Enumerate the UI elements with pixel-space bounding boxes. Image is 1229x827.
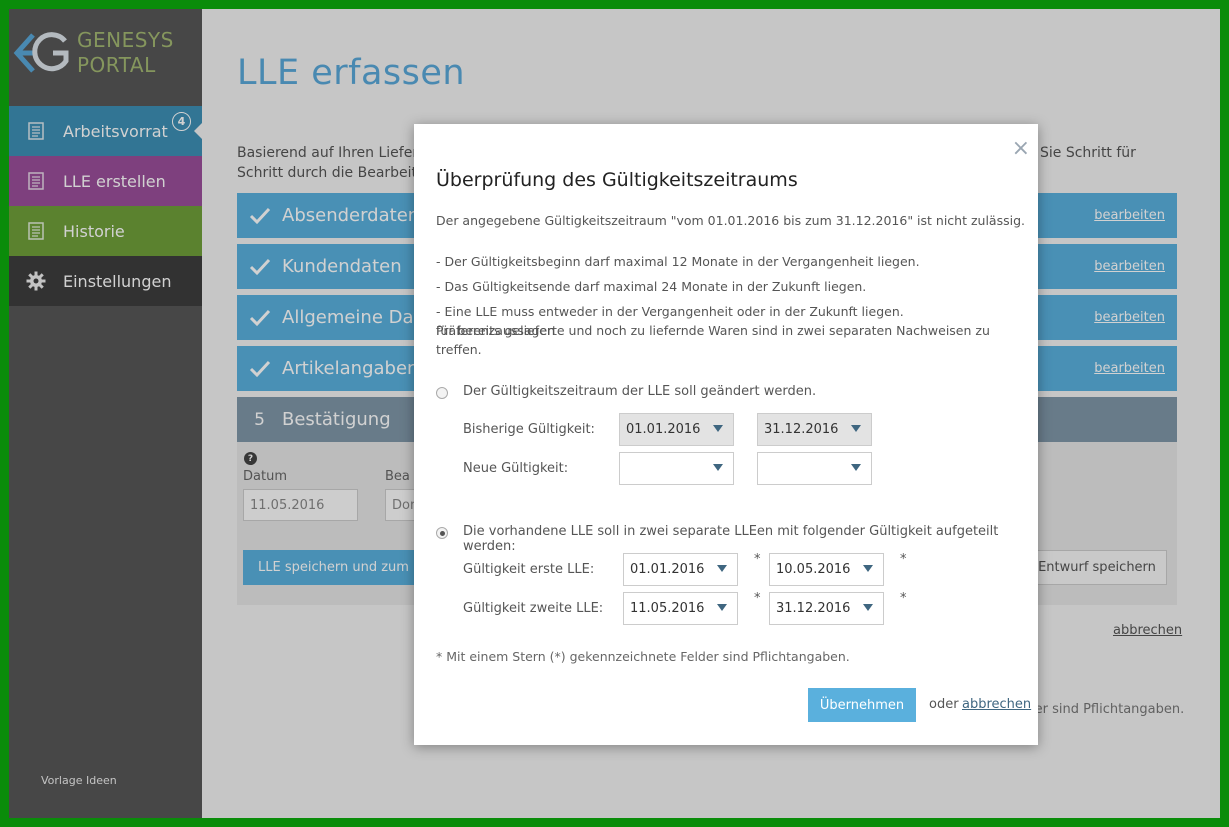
required-footnote: * Mit einem Stern (*) gekennzeichnete Fe… (436, 649, 850, 664)
select-value: 10.05.2016 (776, 562, 851, 577)
chevron-down-icon (717, 604, 727, 611)
second-to-select[interactable]: 31.12.2016 (769, 592, 884, 625)
required-star: * (754, 552, 761, 567)
second-lle-label: Gültigkeit zweite LLE: (463, 601, 604, 616)
radio-split-lle[interactable] (436, 527, 448, 539)
radio-change-validity[interactable] (436, 387, 448, 399)
select-value: 31.12.2016 (776, 601, 851, 616)
validity-dialog: × Überprüfung des Gültigkeitszeitraums D… (414, 124, 1038, 745)
rule-3b: für bereits gelieferte und noch zu liefe… (436, 323, 990, 357)
app-frame: GENESYS PORTAL Arbeitsvorrat 4 LLE erste… (9, 9, 1220, 818)
select-value: 31.12.2016 (764, 422, 839, 437)
chevron-down-icon (863, 604, 873, 611)
new-validity-label: Neue Gültigkeit: (463, 461, 569, 476)
chevron-down-icon (851, 464, 861, 471)
chevron-down-icon (863, 565, 873, 572)
new-from-select[interactable] (619, 452, 734, 485)
required-star: * (900, 591, 907, 606)
first-from-select[interactable]: 01.01.2016 (623, 553, 738, 586)
dialog-message: Der angegebene Gültigkeitszeitraum "vom … (436, 213, 1025, 228)
current-to-select[interactable]: 31.12.2016 (757, 413, 872, 446)
apply-button[interactable]: Übernehmen (808, 688, 916, 722)
rule-2: - Das Gültigkeitsende darf maximal 24 Mo… (436, 279, 867, 294)
chevron-down-icon (713, 464, 723, 471)
select-value: 01.01.2016 (630, 562, 705, 577)
dialog-cancel-link[interactable]: abbrechen (962, 697, 1031, 712)
select-value: 01.01.2016 (626, 422, 701, 437)
or-text: oder (929, 697, 959, 712)
current-validity-label: Bisherige Gültigkeit: (463, 422, 595, 437)
rule-1: - Der Gültigkeitsbeginn darf maximal 12 … (436, 254, 920, 269)
current-from-select[interactable]: 01.01.2016 (619, 413, 734, 446)
chevron-down-icon (713, 425, 723, 432)
new-to-select[interactable] (757, 452, 872, 485)
dialog-title: Überprüfung des Gültigkeitszeitraums (436, 169, 798, 191)
select-value: 11.05.2016 (630, 601, 705, 616)
first-to-select[interactable]: 10.05.2016 (769, 553, 884, 586)
chevron-down-icon (717, 565, 727, 572)
close-icon[interactable]: × (1012, 138, 1030, 160)
first-lle-label: Gültigkeit erste LLE: (463, 562, 595, 577)
option2-label: Die vorhandene LLE soll in zwei separate… (463, 524, 999, 554)
second-from-select[interactable]: 11.05.2016 (623, 592, 738, 625)
option1-label: Der Gültigkeitszeitraum der LLE soll geä… (463, 384, 817, 399)
required-star: * (754, 591, 761, 606)
chevron-down-icon (851, 425, 861, 432)
required-star: * (900, 552, 907, 567)
